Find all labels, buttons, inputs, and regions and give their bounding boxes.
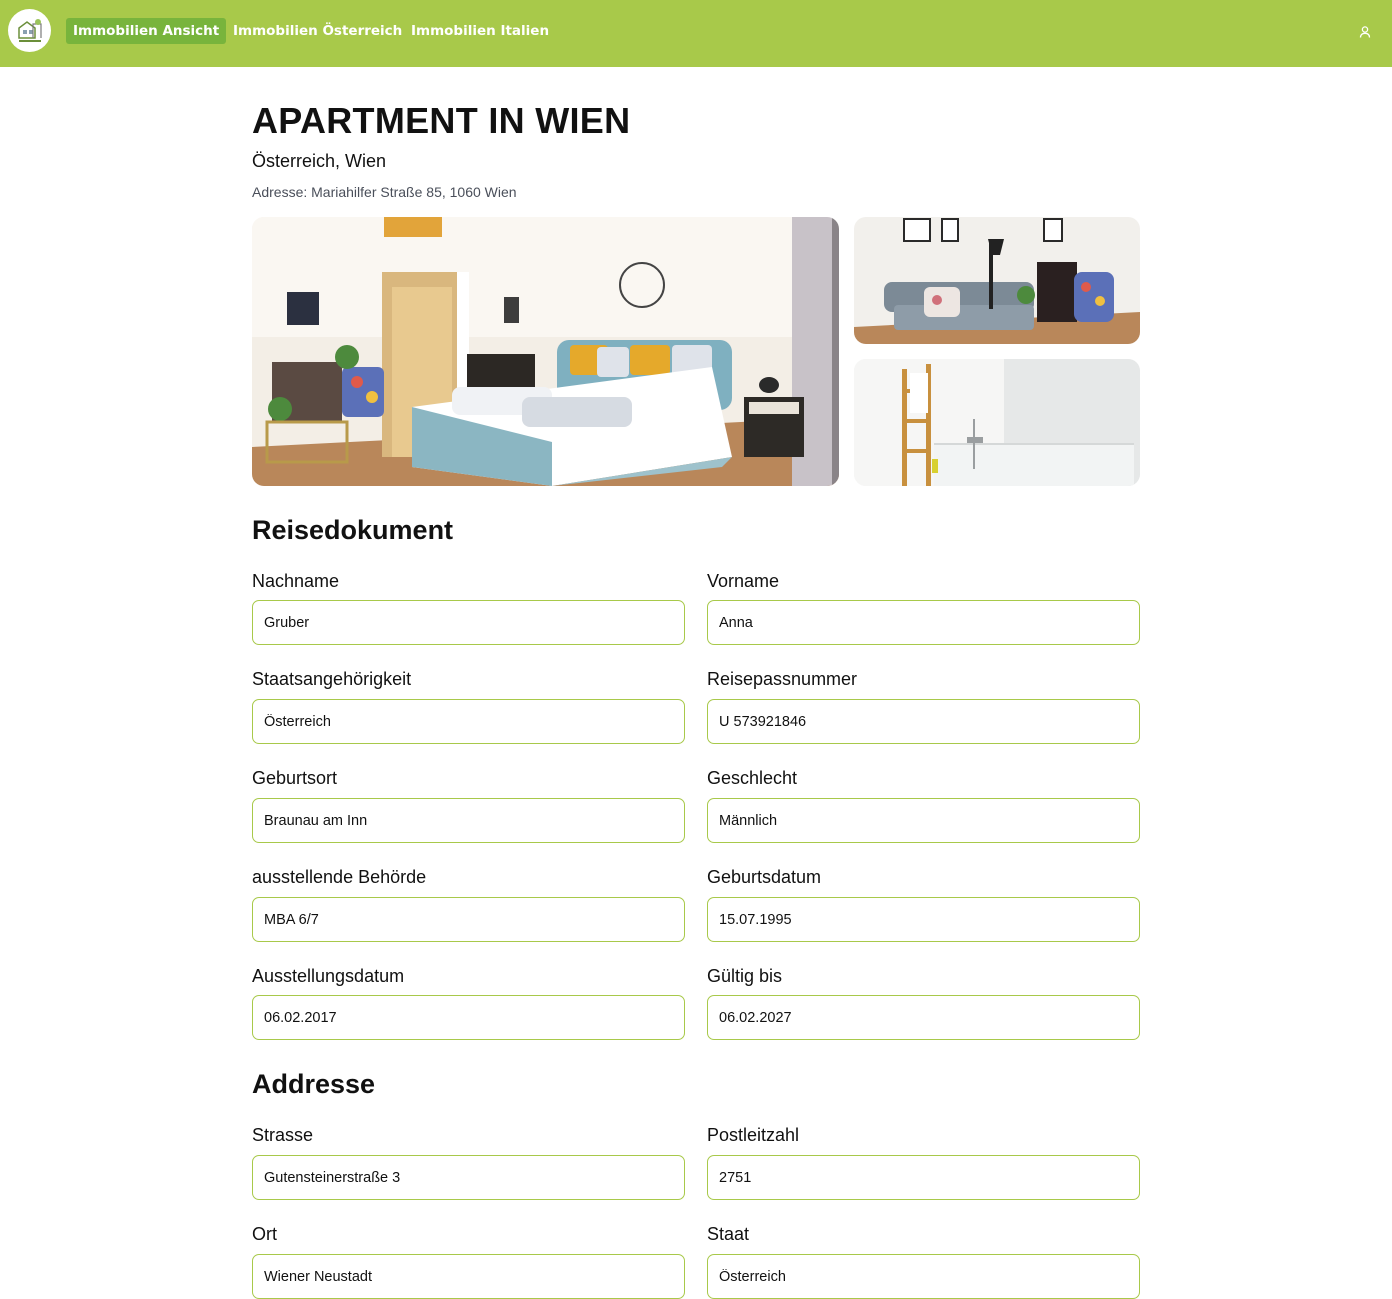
- vorname-input[interactable]: [707, 600, 1140, 645]
- section-title-addresse: Addresse: [252, 1069, 376, 1099]
- label-ort: Ort: [252, 1224, 277, 1244]
- label-postleitzahl: Postleitzahl: [707, 1125, 800, 1145]
- label-ausstellende-behoerde: ausstellende Behörde: [252, 867, 427, 887]
- property-address: Adresse: Mariahilfer Straße 85, 1060 Wie…: [252, 184, 517, 200]
- gueltig-bis-input[interactable]: [707, 995, 1140, 1040]
- nav-item-immobilien-ansicht[interactable]: Immobilien Ansicht: [66, 18, 227, 44]
- label-geburtsdatum: Geburtsdatum: [707, 867, 822, 887]
- strasse-input[interactable]: [252, 1155, 685, 1200]
- label-gueltig-bis: Gültig bis: [707, 966, 783, 986]
- geburtsdatum-input[interactable]: [707, 897, 1140, 942]
- user-icon[interactable]: [1358, 25, 1372, 39]
- label-nachname: Nachname: [252, 571, 340, 591]
- property-location: Österreich, Wien: [252, 151, 387, 171]
- label-reisepassnummer: Reisepassnummer: [707, 669, 858, 689]
- label-vorname: Vorname: [707, 571, 780, 591]
- label-staat: Staat: [707, 1224, 750, 1244]
- ausstellende-behoerde-input[interactable]: [252, 897, 685, 942]
- ausstellungsdatum-input[interactable]: [252, 995, 685, 1040]
- geschlecht-input[interactable]: [707, 798, 1140, 843]
- ort-input[interactable]: [252, 1254, 685, 1299]
- postleitzahl-input[interactable]: [707, 1155, 1140, 1200]
- photo-living-room[interactable]: [854, 217, 1140, 344]
- reisepassnummer-input[interactable]: [707, 699, 1140, 744]
- label-geschlecht: Geschlecht: [707, 768, 798, 788]
- label-staatsangehoerigkeit: Staatsangehörigkeit: [252, 669, 412, 689]
- section-title-reisedokument: Reisedokument: [252, 515, 454, 545]
- label-strasse: Strasse: [252, 1125, 314, 1145]
- staat-input[interactable]: [707, 1254, 1140, 1299]
- nachname-input[interactable]: [252, 600, 685, 645]
- page-title: APARTMENT IN WIEN: [252, 100, 631, 141]
- label-ausstellungsdatum: Ausstellungsdatum: [252, 966, 405, 986]
- top-navigation-bar: Immobilien Ansicht Immobilien Österreich…: [0, 0, 1392, 67]
- nav-item-immobilien-oesterreich[interactable]: Immobilien Österreich: [226, 18, 409, 44]
- photo-bathroom[interactable]: [854, 359, 1140, 486]
- staatsangehoerigkeit-input[interactable]: [252, 699, 685, 744]
- geburtsort-input[interactable]: [252, 798, 685, 843]
- label-geburtsort: Geburtsort: [252, 768, 338, 788]
- nav-item-immobilien-italien[interactable]: Immobilien Italien: [404, 18, 556, 44]
- house-logo-icon[interactable]: [8, 9, 51, 52]
- photo-bedroom[interactable]: [252, 217, 839, 486]
